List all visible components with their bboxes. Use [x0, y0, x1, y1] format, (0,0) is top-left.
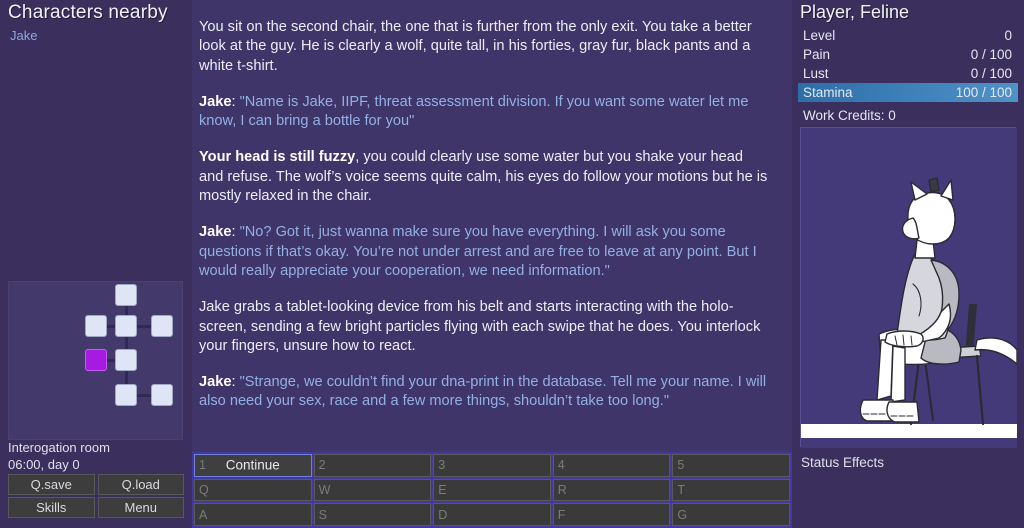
choice-button-5[interactable]: 5	[672, 454, 790, 477]
left-sidebar: Characters nearby Jake Interogation room…	[0, 0, 190, 528]
choice-button-3[interactable]: 3	[433, 454, 551, 477]
choice-key-hint: E	[438, 482, 447, 497]
choice-key-hint: 3	[438, 458, 446, 473]
minimap-edge	[125, 371, 128, 384]
minimap-edge	[107, 325, 115, 328]
stat-value: 0 / 100	[970, 66, 1012, 81]
minimap-node[interactable]	[85, 315, 107, 337]
narration-paragraph: You sit on the second chair, the one tha…	[199, 18, 771, 76]
player-title: Player, Feline	[800, 2, 910, 22]
choice-key-hint: R	[557, 482, 567, 497]
speaker-name: Jake	[199, 224, 232, 241]
choice-key-hint: W	[318, 482, 331, 497]
quicksave-button[interactable]: Q.save	[8, 474, 95, 495]
choice-key-hint: D	[438, 507, 448, 522]
story-text: You sit on the second chair, the one tha…	[199, 18, 771, 429]
stat-value: 0 / 100	[970, 47, 1012, 62]
choice-key-hint: A	[199, 507, 208, 522]
game-window: Characters nearby Jake Interogation room…	[0, 0, 1024, 528]
stat-row-level: Level 0	[798, 26, 1018, 45]
game-time-label: 06:00, day 0	[8, 457, 80, 472]
choice-button-4[interactable]: 4	[552, 454, 671, 477]
stat-name: Pain	[803, 47, 831, 62]
choice-label: Continue	[225, 457, 280, 473]
choice-key-hint: Q	[199, 482, 209, 497]
paragraph-body: You sit on the second chair, the one tha…	[199, 19, 752, 74]
minimap-node[interactable]	[151, 315, 173, 337]
status-effects-label: Status Effects	[801, 455, 885, 470]
characters-nearby-title: Characters nearby	[8, 2, 168, 23]
stat-value: 0	[1004, 28, 1012, 43]
choice-button-d[interactable]: D	[433, 503, 551, 526]
minimap-edge	[125, 337, 128, 349]
choice-key-hint: T	[677, 482, 686, 497]
emphasis-text: Your head is still fuzzy	[199, 149, 356, 166]
choice-key-hint: 5	[677, 458, 685, 473]
minimap-node[interactable]	[151, 384, 173, 406]
choice-button-f[interactable]: F	[552, 503, 671, 526]
work-credits-label: Work Credits: 0	[803, 108, 896, 123]
dialogue-paragraph: Jake: "No? Got it, just wanna make sure …	[199, 223, 771, 281]
speaker-name: Jake	[199, 93, 232, 110]
choice-key-hint: F	[557, 507, 566, 522]
choice-key-hint: 4	[557, 458, 565, 473]
choice-key-hint: 2	[318, 458, 326, 473]
choice-button-a[interactable]: A	[194, 503, 312, 526]
menu-button[interactable]: Menu	[97, 497, 184, 518]
minimap-node[interactable]	[115, 384, 137, 406]
speaker-colon: :	[231, 93, 240, 110]
minimap-edge	[137, 325, 151, 328]
stat-name: Lust	[803, 66, 829, 81]
stat-row-pain: Pain 0 / 100	[798, 45, 1018, 64]
stat-row-lust: Lust 0 / 100	[798, 64, 1018, 83]
minimap-edge	[125, 306, 128, 315]
stat-name: Stamina	[803, 85, 853, 100]
dialogue-paragraph: Jake: "Strange, we couldn’t find your dn…	[199, 373, 771, 412]
skills-button[interactable]: Skills	[8, 497, 95, 518]
narration-paragraph: Jake grabs a tablet-looking device from …	[199, 298, 771, 356]
paragraph-body: "Strange, we couldn’t find your dna-prin…	[199, 374, 767, 410]
minimap-node[interactable]	[115, 284, 137, 306]
choice-button-t[interactable]: T	[672, 478, 790, 502]
character-list-item[interactable]: Jake	[10, 27, 180, 44]
speaker-colon: :	[231, 224, 240, 241]
story-panel: You sit on the second chair, the one tha…	[192, 0, 973, 452]
minimap-node-current[interactable]	[85, 349, 107, 371]
quickload-button[interactable]: Q.load	[97, 474, 184, 495]
dialogue-paragraph: Jake: "Name is Jake, IIPF, threat assess…	[199, 93, 771, 132]
speaker-colon: :	[231, 374, 240, 391]
choice-button-1[interactable]: 1 Continue	[194, 454, 312, 477]
choice-button-s[interactable]: S	[313, 503, 432, 526]
choice-button-g[interactable]: G	[672, 503, 790, 526]
minimap-node[interactable]	[115, 315, 137, 337]
minimap-node[interactable]	[115, 349, 137, 371]
stat-row-stamina: Stamina 100 / 100	[798, 83, 1018, 102]
choice-button-q[interactable]: Q	[194, 478, 312, 502]
choice-button-2[interactable]: 2	[313, 454, 432, 477]
player-portrait	[800, 127, 1018, 448]
minimap-edge	[137, 394, 151, 397]
choice-button-r[interactable]: R	[552, 478, 671, 502]
stat-name: Level	[803, 28, 836, 43]
paragraph-body: "Name is Jake, IIPF, threat assessment d…	[199, 93, 749, 130]
paragraph-body: Jake grabs a tablet-looking device from …	[199, 299, 761, 354]
speaker-name: Jake	[199, 374, 232, 391]
feline-sitting-illustration	[801, 128, 1018, 448]
characters-nearby-list: Jake	[10, 27, 180, 44]
narration-paragraph: Your head is still fuzzy, you could clea…	[199, 148, 771, 206]
choice-button-e[interactable]: E	[433, 478, 551, 502]
player-stats-list: Level 0 Pain 0 / 100 Lust 0 / 100 Stamina 100 /…	[798, 26, 1018, 102]
choice-button-grid: 1 Continue 2 3 4 5 Q W E R T A S D F G	[192, 452, 792, 528]
room-name-label: Interogation room	[8, 440, 110, 455]
minimap-edge	[107, 359, 115, 362]
minimap[interactable]	[8, 281, 183, 440]
sidebar-button-group: Q.save Q.load Skills Menu	[8, 474, 184, 518]
choice-key-hint: S	[318, 507, 327, 522]
choice-button-w[interactable]: W	[313, 478, 432, 502]
choice-key-hint: G	[677, 507, 688, 522]
paragraph-body: "No? Got it, just wanna make sure you ha…	[199, 224, 757, 279]
stat-value: 100 / 100	[955, 85, 1012, 100]
